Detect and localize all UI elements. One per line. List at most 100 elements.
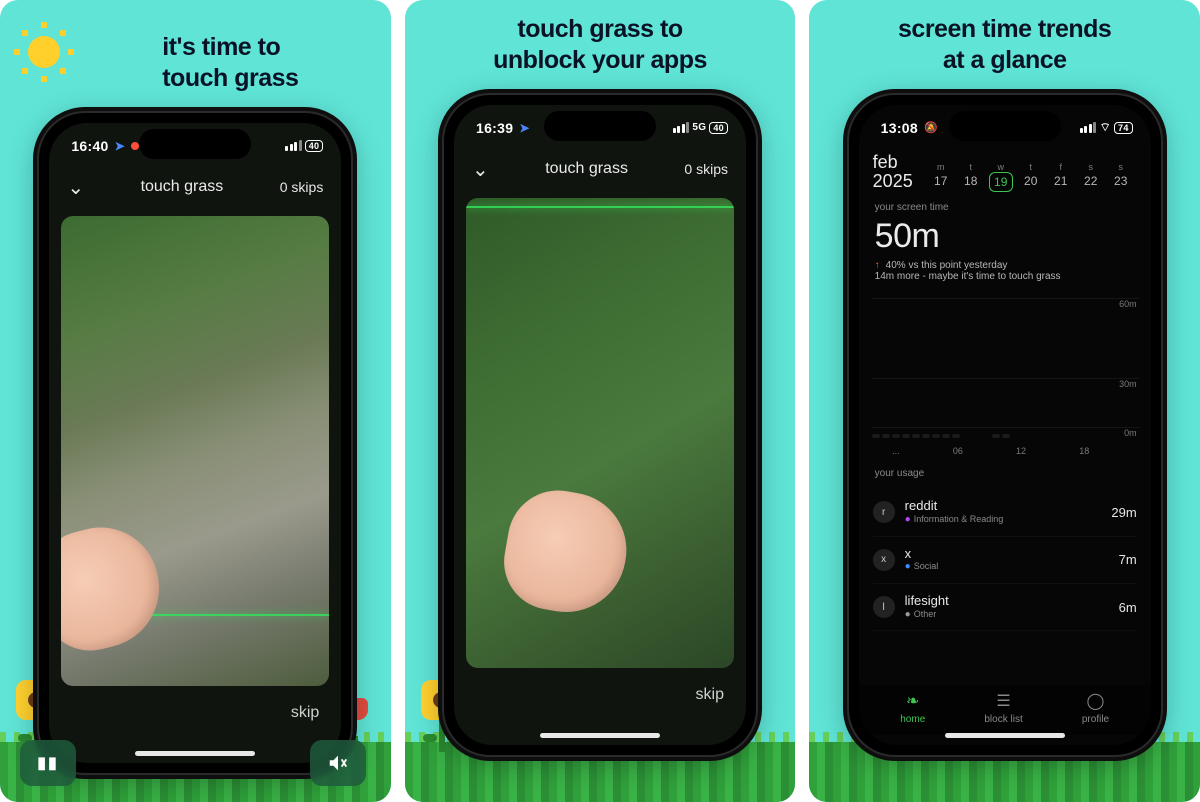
cell-signal-icon: [1080, 122, 1097, 133]
arrow-up-icon: ↑: [875, 260, 880, 271]
tab-home[interactable]: ❧ home: [900, 691, 925, 725]
app-header: ⌄ touch grass 0 skips: [49, 169, 341, 210]
app-name: lifesight: [905, 594, 1109, 609]
screenshot-panel-1: it's time to touch grass 16:40 ➤ 40: [0, 0, 391, 802]
app-category: ●Social: [905, 561, 1109, 573]
camera-viewfinder[interactable]: [61, 216, 329, 686]
status-time: 16:39: [476, 120, 513, 136]
dynamic-island: [544, 111, 656, 141]
day-picker[interactable]: m17t18w19t20f21s22s23: [929, 162, 1137, 192]
location-arrow-icon: ➤: [519, 121, 529, 135]
home-indicator[interactable]: [135, 751, 255, 756]
home-indicator[interactable]: [540, 733, 660, 738]
app-avatar: x: [873, 549, 895, 571]
battery-pill: 40: [305, 140, 324, 152]
chart-hour-column: [891, 434, 901, 438]
year-label: 2025: [873, 172, 913, 192]
hand-graphic: [61, 515, 172, 660]
chart-hour-column: [921, 434, 931, 438]
trend-indicator: ↑ 40% vs this point yesterday: [859, 256, 1151, 271]
skip-button[interactable]: skip: [291, 704, 319, 721]
cell-signal-icon: [673, 122, 690, 133]
chevron-down-icon[interactable]: ⌄: [67, 175, 84, 200]
day-column[interactable]: t20: [1019, 162, 1043, 192]
app-minutes: 29m: [1111, 505, 1136, 520]
phone-mockup: 16:40 ➤ 40 ⌄ touch grass 0 skips: [39, 113, 351, 773]
app-avatar: r: [873, 501, 895, 523]
chart-hour-column: [1061, 434, 1071, 438]
x-tick: 18: [1079, 446, 1089, 456]
usage-row[interactable]: rreddit●Information & Reading29m: [873, 489, 1137, 536]
home-indicator[interactable]: [945, 733, 1065, 738]
date-strip[interactable]: feb 2025 m17t18w19t20f21s22s23: [859, 151, 1151, 199]
chart-hour-column: [991, 434, 1001, 438]
battery-pill: 74: [1114, 122, 1133, 134]
app-minutes: 6m: [1119, 600, 1137, 615]
chart-hour-column: [931, 434, 941, 438]
usage-row[interactable]: xx●Social7m: [873, 537, 1137, 584]
chart-hour-column: [871, 434, 881, 438]
chart-hour-column: [941, 434, 951, 438]
app-category: ●Other: [905, 609, 1109, 621]
chart-hour-column: [1031, 434, 1041, 438]
tab-profile[interactable]: ◯ profile: [1082, 691, 1109, 725]
phone-mockup: 16:39 ➤ 5G 40 ⌄ touch grass 0 skips: [444, 95, 756, 755]
app-avatar: l: [873, 596, 895, 618]
chart-hour-column: [911, 434, 921, 438]
chart-hour-column: [981, 437, 991, 438]
wifi-icon: ⌔: [1099, 120, 1111, 135]
location-arrow-icon: ➤: [115, 139, 125, 153]
pause-icon: ▮▮: [37, 753, 59, 773]
chart-hour-column: [1101, 434, 1111, 438]
skips-count: 0 skips: [280, 179, 324, 195]
cell-signal-icon: [285, 140, 302, 151]
chart-hour-column: [1081, 434, 1091, 438]
camera-viewfinder[interactable]: [466, 198, 734, 668]
screenshot-panel-3: screen time trends at a glance 13:08 🔕 ⌔…: [809, 0, 1200, 802]
x-tick: ...: [892, 446, 900, 456]
recording-indicator-icon: [131, 142, 139, 150]
sun-decoration: [14, 22, 74, 82]
status-time: 13:08: [881, 120, 918, 136]
dnd-icon: 🔕: [924, 121, 938, 134]
battery-pill: 40: [709, 122, 728, 134]
chart-hour-column: [1041, 434, 1051, 438]
dynamic-island: [949, 111, 1061, 141]
scan-line: [466, 206, 734, 208]
app-minutes: 7m: [1119, 552, 1137, 567]
screenshot-panel-2: touch grass to unblock your apps 16:39 ➤…: [405, 0, 796, 802]
pause-button[interactable]: ▮▮: [20, 740, 76, 786]
screen-time-chart[interactable]: 60m 30m 0m ... 06 12 18: [871, 298, 1139, 458]
day-column[interactable]: s23: [1109, 162, 1133, 192]
mute-button[interactable]: [310, 740, 366, 786]
tab-block-list[interactable]: ☰ block list: [984, 691, 1022, 725]
screen-time-total: 50m: [859, 217, 1151, 256]
dynamic-island: [139, 129, 251, 159]
day-column[interactable]: m17: [929, 162, 953, 192]
network-label: 5G: [692, 122, 706, 133]
hand-graphic: [496, 482, 635, 621]
panel-headline: screen time trends at a glance: [888, 14, 1121, 77]
day-column[interactable]: w19: [989, 162, 1013, 192]
leaf-icon: ❧: [906, 691, 919, 711]
chart-hour-column: [1091, 434, 1101, 438]
chart-hour-column: [901, 434, 911, 438]
day-column[interactable]: f21: [1049, 162, 1073, 192]
day-column[interactable]: t18: [959, 162, 983, 192]
usage-list: rreddit●Information & Reading29mxx●Socia…: [859, 483, 1151, 631]
x-tick: 06: [953, 446, 963, 456]
skip-button[interactable]: skip: [696, 686, 724, 703]
chart-hour-column: [1001, 434, 1011, 438]
chevron-down-icon[interactable]: ⌄: [472, 157, 489, 182]
tab-bar: ❧ home ☰ block list ◯ profile: [859, 685, 1151, 735]
block-list-icon: ☰: [996, 691, 1010, 711]
profile-icon: ◯: [1087, 691, 1105, 711]
mute-icon: [327, 752, 349, 774]
phone-mockup: 13:08 🔕 ⌔ 74 feb 2025 m17t18w19t20f21s22…: [849, 95, 1161, 755]
day-column[interactable]: s22: [1079, 162, 1103, 192]
month-label: feb: [873, 153, 913, 173]
usage-row[interactable]: l lifesight●Other 6m: [873, 584, 1137, 631]
app-title: touch grass: [141, 178, 224, 196]
app-category: ●Information & Reading: [905, 514, 1102, 526]
chart-hour-column: [1011, 434, 1021, 438]
